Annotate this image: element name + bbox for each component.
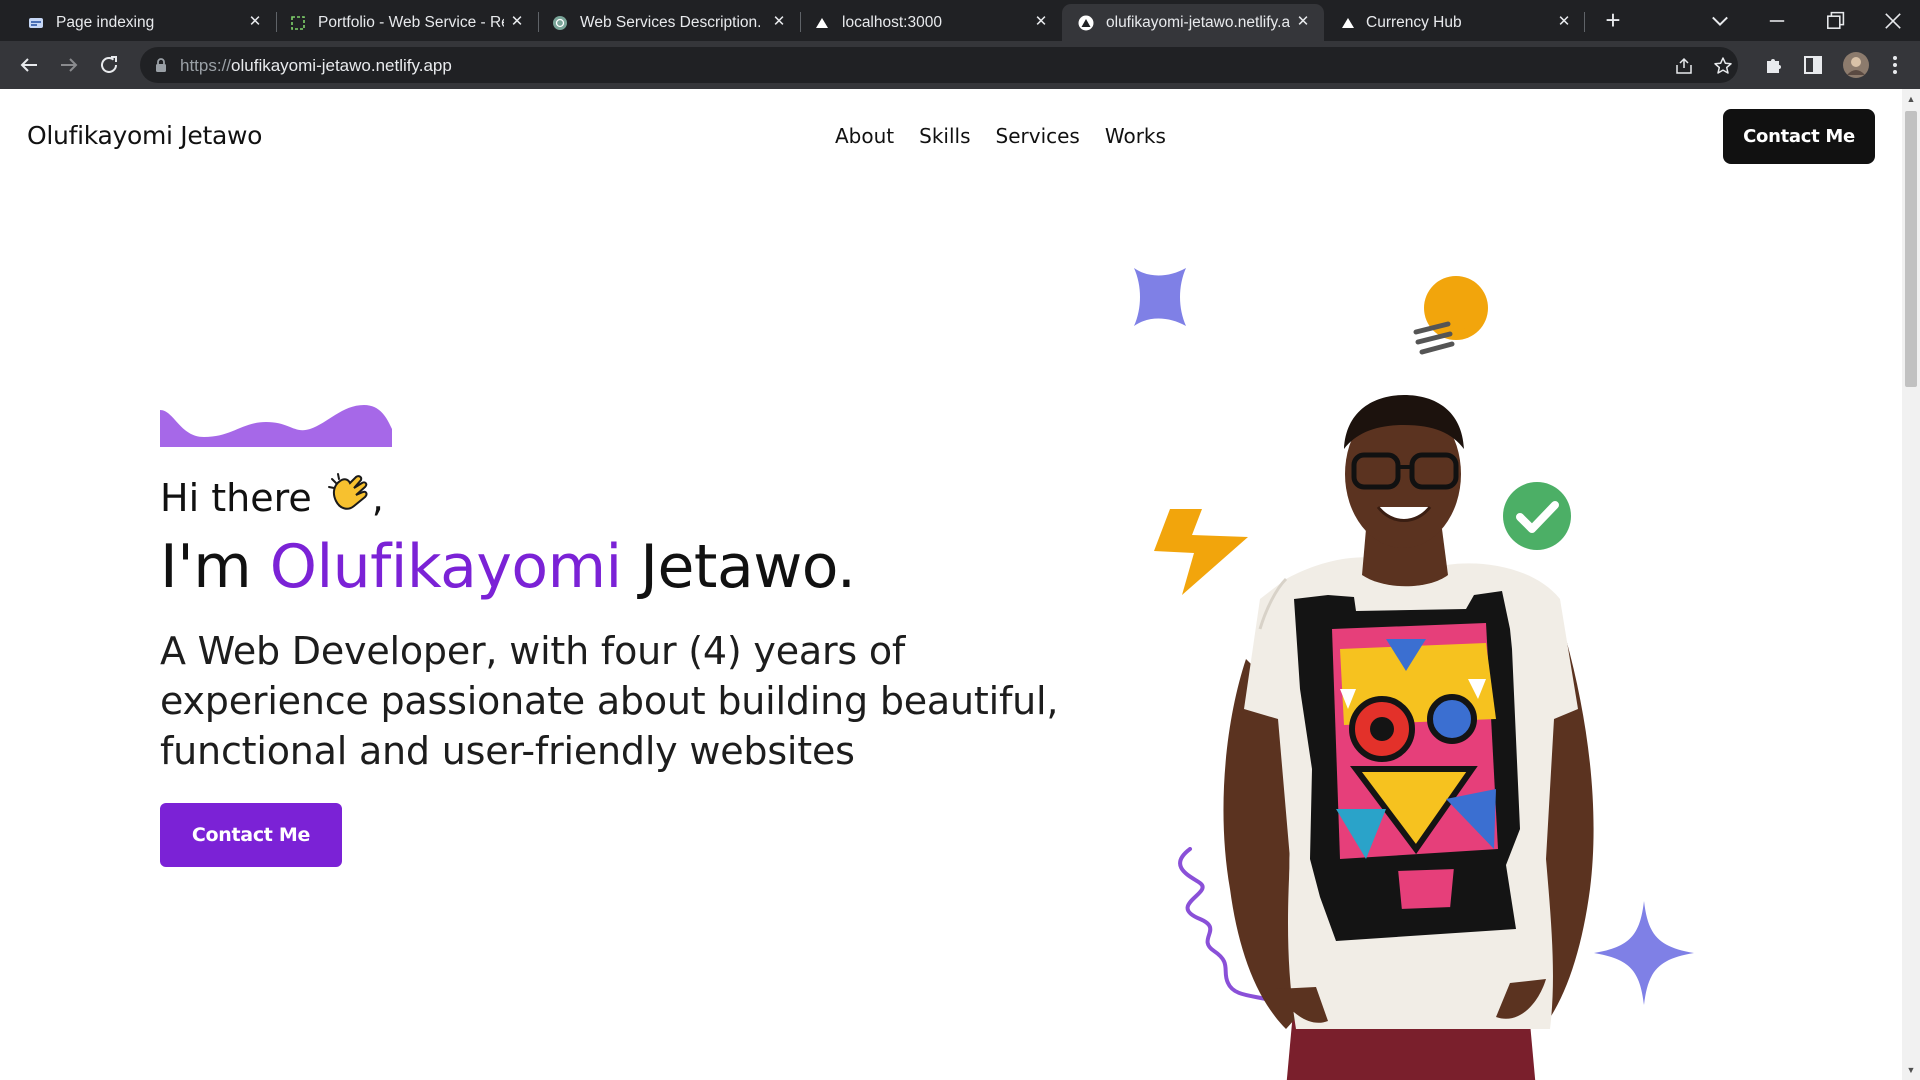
headline-suffix: Jetawo.	[621, 532, 856, 602]
header-contact-button[interactable]: Contact Me	[1723, 109, 1875, 164]
wave-decoration	[160, 405, 392, 447]
page-scrollbar[interactable]: ▲ ▼	[1902, 89, 1920, 1080]
bookmark-star-icon[interactable]	[1713, 56, 1733, 76]
nav-works[interactable]: Works	[1105, 124, 1166, 148]
url-text: https://olufikayomi-jetawo.netlify.app	[180, 56, 452, 76]
side-panel-icon[interactable]	[1801, 53, 1825, 77]
address-bar[interactable]: https://olufikayomi-jetawo.netlify.app	[140, 47, 1738, 83]
scroll-down-arrow-icon[interactable]: ▼	[1902, 1062, 1920, 1078]
tab-title: Page indexing	[56, 14, 155, 31]
chrome-menu-icon[interactable]	[1883, 53, 1907, 77]
extensions-puzzle-icon[interactable]	[1762, 53, 1786, 77]
tab-title: Portfolio - Web Service - Re	[318, 14, 504, 31]
search-console-icon	[29, 18, 43, 28]
close-tab-icon[interactable]: ✕	[1554, 12, 1574, 32]
share-icon[interactable]	[1674, 56, 1694, 76]
profile-avatar-icon[interactable]	[1842, 51, 1870, 79]
tab-portfolio-replit[interactable]: Portfolio - Web Service - Re ✕	[262, 4, 538, 41]
profile-portrait-image	[1223, 395, 1594, 1080]
url-scheme: https://	[180, 56, 232, 75]
triangle-icon	[816, 18, 828, 28]
tab-separator	[1584, 12, 1585, 32]
greeting-text: Hi there	[160, 475, 312, 520]
lightbulb-icon	[1413, 276, 1488, 355]
tab-page-indexing[interactable]: Page indexing ✕	[0, 4, 276, 41]
lock-icon[interactable]	[154, 57, 168, 73]
scrollbar-thumb[interactable]	[1905, 111, 1917, 387]
scroll-up-arrow-icon[interactable]: ▲	[1902, 91, 1920, 107]
site-brand[interactable]: Olufikayomi Jetawo	[27, 121, 262, 150]
waving-hand-emoji	[326, 471, 370, 524]
new-tab-button[interactable]: +	[1601, 7, 1625, 33]
triangle-icon	[1078, 15, 1094, 31]
tab-title: Currency Hub	[1366, 14, 1462, 31]
browser-toolbar: https://olufikayomi-jetawo.netlify.app	[0, 41, 1920, 89]
tab-localhost[interactable]: localhost:3000 ✕	[786, 4, 1062, 41]
hero-contact-button[interactable]: Contact Me	[160, 803, 342, 867]
replit-icon	[291, 16, 305, 30]
tab-olufikayomi-netlify[interactable]: olufikayomi-jetawo.netlify.a ✕	[1062, 4, 1324, 41]
tab-search-chevron-icon[interactable]	[1708, 9, 1732, 33]
forward-arrow-icon[interactable]	[57, 53, 81, 77]
main-nav: About Skills Services Works	[835, 124, 1166, 148]
nav-services[interactable]: Services	[996, 124, 1080, 148]
greeting-comma: ,	[371, 475, 384, 520]
hero-headline: I'm Olufikayomi Jetawo.	[160, 532, 856, 602]
tab-currency-hub[interactable]: Currency Hub ✕	[1324, 4, 1596, 41]
close-window-icon[interactable]	[1881, 9, 1905, 33]
back-arrow-icon[interactable]	[17, 53, 41, 77]
tab-title: olufikayomi-jetawo.netlify.a	[1106, 14, 1290, 31]
tab-web-services-description[interactable]: Web Services Description. ✕	[524, 4, 800, 41]
minimize-icon[interactable]	[1765, 9, 1789, 33]
sparkle-small-icon	[1134, 268, 1186, 326]
triangle-icon	[1342, 18, 1354, 28]
reload-icon[interactable]	[97, 53, 121, 77]
url-host: olufikayomi-jetawo.netlify.app	[231, 56, 452, 75]
nav-skills[interactable]: Skills	[919, 124, 970, 148]
hero-greeting: Hi there ,	[160, 471, 384, 524]
browser-tab-bar: Page indexing ✕ Portfolio - Web Service …	[0, 0, 1920, 41]
hero-description: A Web Developer, with four (4) years of …	[160, 629, 1059, 773]
tab-title: localhost:3000	[842, 14, 942, 31]
website-page: Olufikayomi Jetawo About Skills Services…	[0, 89, 1902, 1080]
nav-about[interactable]: About	[835, 124, 894, 148]
chatgpt-icon	[553, 16, 567, 30]
tab-title: Web Services Description.	[580, 14, 762, 31]
close-tab-icon[interactable]: ✕	[1031, 12, 1051, 32]
headline-highlight-name: Olufikayomi	[269, 532, 623, 602]
headline-prefix: I'm	[160, 532, 270, 602]
clapping-hands-icon	[327, 473, 368, 510]
restore-window-icon[interactable]	[1823, 9, 1847, 33]
sparkle-large-icon	[1594, 901, 1694, 1005]
close-tab-icon[interactable]: ✕	[1293, 12, 1313, 32]
